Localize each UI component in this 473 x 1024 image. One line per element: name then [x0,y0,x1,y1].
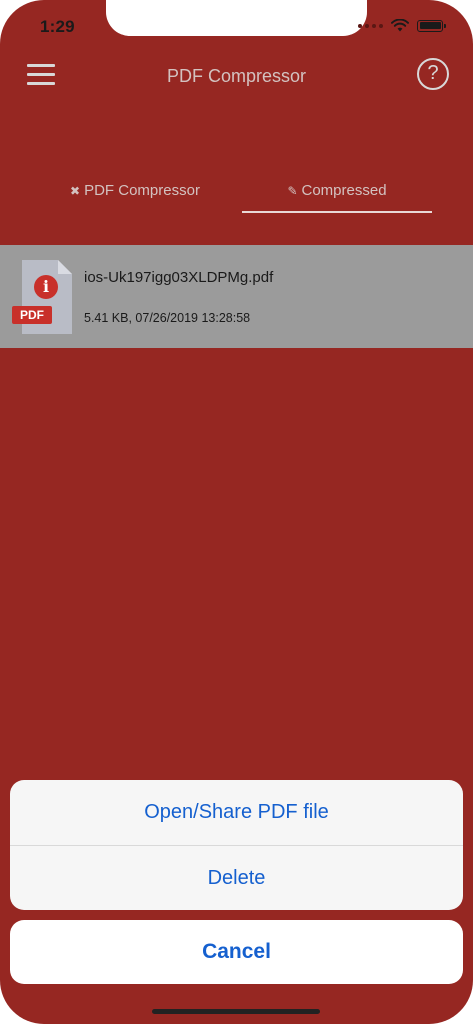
delete-button[interactable]: Delete [10,845,463,910]
tab-bar: ✖ PDF Compressor ✎ Compressed [0,170,473,220]
open-share-button[interactable]: Open/Share PDF file [10,780,463,845]
file-meta: 5.41 KB, 07/26/2019 13:28:58 [84,311,251,325]
status-icons [358,19,446,32]
cancel-button[interactable]: Cancel [10,920,463,984]
navigation-bar: PDF Compressor ? [0,56,473,96]
pdf-file-icon: i PDF [12,260,74,334]
file-name: ios-Uk197igg03XLDPMg.pdf [84,269,274,286]
app-screen: 1:29 PDF Compressor ? ✖ PDF Compressor ✎ C… [0,0,473,1024]
active-tab-indicator [242,211,432,213]
status-time: 1:29 [40,17,75,36]
status-bar: 1:29 [0,0,473,56]
info-glyph: i [42,277,50,296]
home-indicator[interactable] [152,1009,320,1014]
question-circle-icon[interactable]: ? [417,58,449,90]
edit-square-icon: ✎ [287,184,298,198]
cellular-signal-icon [358,23,383,28]
action-sheet: Open/Share PDF file Delete [10,780,463,910]
tab-pdf-compressor[interactable]: ✖ PDF Compressor [40,182,230,212]
pdf-badge: PDF [20,308,44,322]
compress-arrows-icon: ✖ [70,184,81,198]
wifi-icon [391,19,409,32]
tab-label: Compressed [301,182,387,199]
list-item[interactable]: i PDF ios-Uk197igg03XLDPMg.pdf 5.41 KB, … [0,245,473,348]
battery-icon [417,19,446,32]
tab-compressed[interactable]: ✎ Compressed [242,182,432,212]
notch [106,0,367,36]
page-title: PDF Compressor [166,66,307,86]
tab-label: PDF Compressor [84,182,200,199]
